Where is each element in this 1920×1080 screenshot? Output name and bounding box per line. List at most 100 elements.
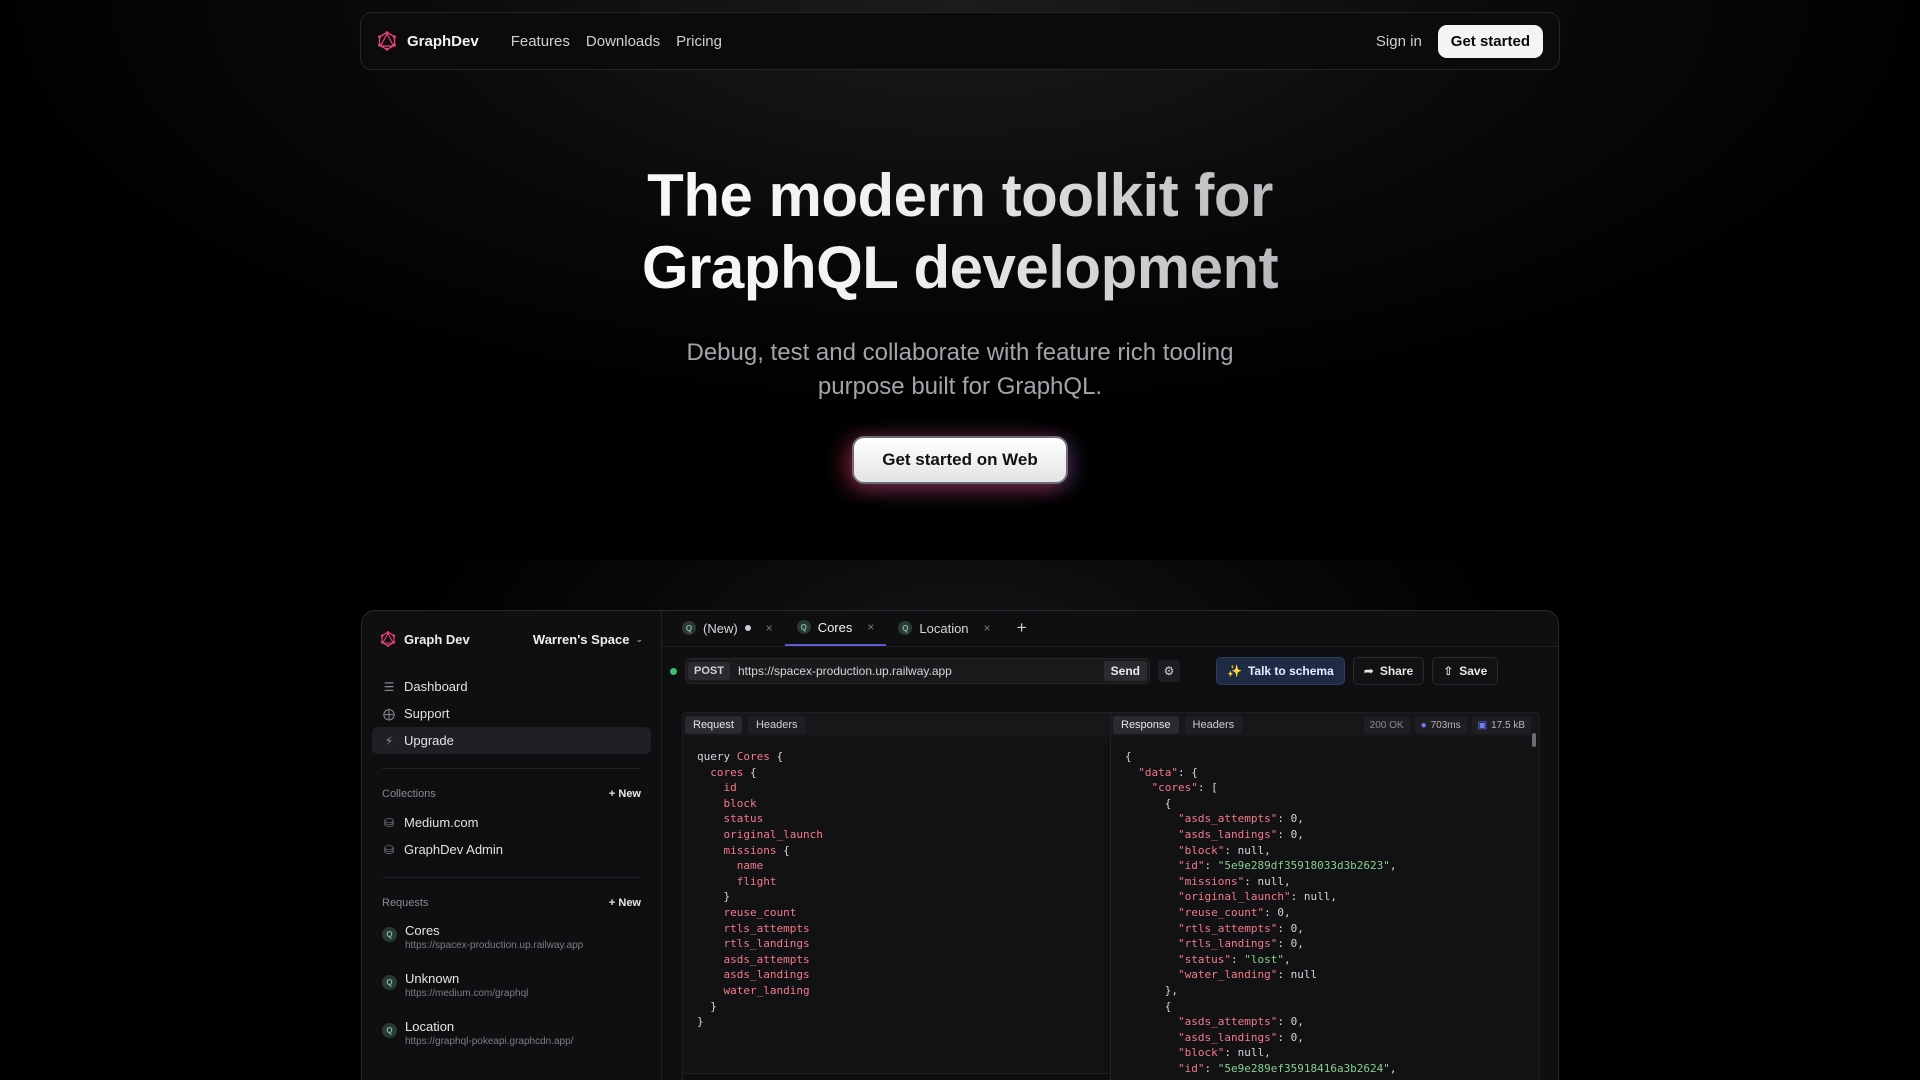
- space-name: Warren's Space: [533, 632, 630, 647]
- request-url: https://spacex-production.up.railway.app: [405, 939, 583, 953]
- variables-text: {}: [683, 1074, 1110, 1080]
- tab-request-headers[interactable]: Headers: [748, 716, 806, 734]
- sidebar: Graph Dev Warren's Space ⌄ ☰ Dashboard ⨁…: [362, 611, 662, 1080]
- divider: [382, 768, 641, 769]
- hero-subtitle-line2: purpose built for GraphQL.: [818, 373, 1102, 400]
- response-pane: Response Headers 200 OK ●703ms ▣17.5 kB …: [1111, 713, 1539, 1080]
- tab-response[interactable]: Response: [1113, 716, 1179, 734]
- editor-panes: Request Headers query Cores { cores { id…: [682, 712, 1540, 1080]
- cta-glow: Get started on Web: [852, 436, 1068, 484]
- save-label: Save: [1459, 664, 1487, 678]
- status-badge: 200 OK: [1364, 717, 1410, 734]
- sidebar-item-support[interactable]: ⨁ Support: [372, 700, 651, 727]
- query-editor[interactable]: query Cores { cores { id block status or…: [683, 737, 1110, 1042]
- request-name: Location: [405, 1019, 573, 1035]
- request-pane-header: Request Headers: [683, 713, 1110, 737]
- space-switcher[interactable]: Warren's Space ⌄: [533, 632, 643, 647]
- hero-subtitle: Debug, test and collaborate with feature…: [560, 336, 1360, 404]
- collections-title: Collections: [382, 788, 436, 800]
- collection-item[interactable]: ⛁ GraphDev Admin: [372, 836, 651, 863]
- tab-new[interactable]: Q (New) ×: [670, 610, 785, 646]
- tab-label: Cores: [818, 620, 853, 635]
- grid-icon: ☰: [382, 680, 396, 694]
- close-icon[interactable]: ×: [867, 620, 874, 634]
- unsaved-dot-icon: [745, 625, 751, 631]
- hero-subtitle-line1: Debug, test and collaborate with feature…: [687, 339, 1234, 366]
- query-icon: Q: [382, 975, 397, 990]
- nav-links: Features Downloads Pricing: [511, 33, 722, 50]
- sidebar-nav: ☰ Dashboard ⨁ Support ⚡ Upgrade: [372, 673, 651, 754]
- tab-cores[interactable]: Q Cores ×: [785, 610, 887, 646]
- database-icon: ⛁: [382, 843, 396, 857]
- get-started-on-web-button[interactable]: Get started on Web: [852, 436, 1068, 484]
- share-label: Share: [1380, 664, 1413, 678]
- top-navigation: GraphDev Features Downloads Pricing Sign…: [360, 12, 1560, 70]
- brand[interactable]: GraphDev: [377, 31, 479, 51]
- share-icon: ➦: [1364, 664, 1374, 678]
- nav-link-pricing[interactable]: Pricing: [676, 33, 722, 50]
- tab-request[interactable]: Request: [685, 716, 742, 734]
- nav-actions: Sign in Get started: [1376, 25, 1543, 58]
- variables-editor[interactable]: {}: [683, 1073, 1110, 1080]
- database-icon: ⛁: [382, 816, 396, 830]
- sidebar-header: Graph Dev Warren's Space ⌄: [372, 623, 651, 655]
- query-icon: Q: [898, 621, 912, 635]
- url-bar: POST Send ⚙ ✨ Talk to schema ➦ Share ⇧ S…: [662, 647, 1558, 695]
- connection-status-icon: [670, 668, 677, 675]
- clock-icon: ●: [1421, 720, 1427, 731]
- divider: [382, 877, 641, 878]
- query-icon: Q: [382, 927, 397, 942]
- app-preview: Graph Dev Warren's Space ⌄ ☰ Dashboard ⨁…: [361, 610, 1559, 1080]
- sidebar-item-label: Support: [404, 706, 450, 721]
- http-method-select[interactable]: POST: [688, 662, 730, 680]
- close-icon[interactable]: ×: [984, 621, 991, 635]
- chevron-down-icon: ⌄: [635, 634, 643, 645]
- request-item[interactable]: Q Location https://graphql-pokeapi.graph…: [372, 1014, 651, 1054]
- sidebar-brand-name: Graph Dev: [404, 632, 470, 647]
- scrollbar[interactable]: [1532, 733, 1536, 747]
- workspace: Q (New) × Q Cores × Q Location × + POST: [662, 611, 1558, 1080]
- lightning-icon: ⚡: [382, 734, 396, 748]
- close-icon[interactable]: ×: [766, 621, 773, 635]
- sidebar-item-label: Dashboard: [404, 679, 468, 694]
- request-url: https://graphql-pokeapi.graphcdn.app/: [405, 1035, 573, 1049]
- tab-label: (New): [703, 621, 738, 636]
- sparkle-icon: ✨: [1227, 664, 1242, 678]
- collection-label: Medium.com: [404, 815, 478, 830]
- file-icon: ▣: [1478, 720, 1487, 731]
- collection-item[interactable]: ⛁ Medium.com: [372, 809, 651, 836]
- request-item[interactable]: Q Unknown https://medium.com/graphql: [372, 966, 651, 1006]
- collections-header: Collections + New: [372, 783, 651, 805]
- sign-in-link[interactable]: Sign in: [1376, 33, 1422, 50]
- request-name: Unknown: [405, 971, 528, 987]
- url-field: POST Send: [685, 658, 1150, 684]
- sidebar-brand[interactable]: Graph Dev: [380, 631, 470, 647]
- url-input[interactable]: [738, 664, 1104, 678]
- save-button[interactable]: ⇧ Save: [1432, 657, 1498, 685]
- hero-title-line1: The modern toolkit for: [647, 162, 1273, 229]
- requests-header: Requests + New: [372, 892, 651, 914]
- tab-location[interactable]: Q Location ×: [886, 610, 1002, 646]
- tab-response-headers[interactable]: Headers: [1185, 716, 1243, 734]
- graphql-logo-icon: [377, 31, 397, 51]
- sidebar-item-dashboard[interactable]: ☰ Dashboard: [372, 673, 651, 700]
- collection-label: GraphDev Admin: [404, 842, 503, 857]
- add-tab-icon[interactable]: +: [1003, 610, 1041, 646]
- brand-name: GraphDev: [407, 33, 479, 50]
- new-collection-button[interactable]: + New: [609, 788, 641, 800]
- request-url: https://medium.com/graphql: [405, 987, 528, 1001]
- query-icon: Q: [797, 620, 811, 634]
- sidebar-item-upgrade[interactable]: ⚡ Upgrade: [372, 727, 651, 754]
- request-item[interactable]: Q Cores https://spacex-production.up.rai…: [372, 918, 651, 958]
- new-request-button[interactable]: + New: [609, 897, 641, 909]
- talk-to-schema-label: Talk to schema: [1248, 664, 1334, 678]
- nav-link-downloads[interactable]: Downloads: [586, 33, 660, 50]
- response-time: ●703ms: [1415, 717, 1467, 734]
- response-pane-header: Response Headers 200 OK ●703ms ▣17.5 kB: [1111, 713, 1539, 737]
- nav-link-features[interactable]: Features: [511, 33, 570, 50]
- get-started-button[interactable]: Get started: [1438, 25, 1543, 58]
- settings-gear-icon[interactable]: ⚙: [1158, 660, 1180, 682]
- share-button[interactable]: ➦ Share: [1353, 657, 1424, 685]
- talk-to-schema-button[interactable]: ✨ Talk to schema: [1216, 657, 1345, 685]
- send-button[interactable]: Send: [1104, 661, 1147, 681]
